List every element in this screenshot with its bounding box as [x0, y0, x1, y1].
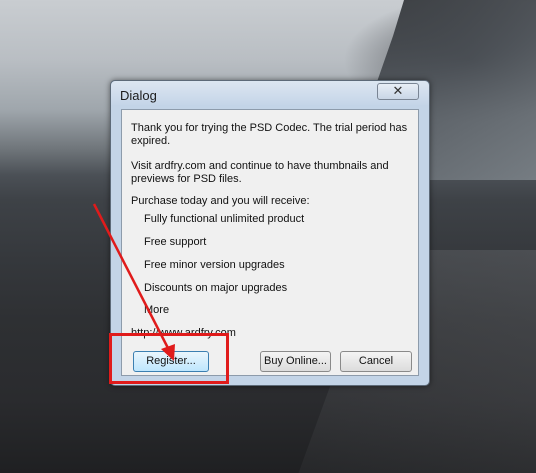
desktop-background: Dialog ✕ Thank you for trying the PSD Co… [0, 0, 536, 473]
annotation-arrow-icon [92, 203, 175, 361]
